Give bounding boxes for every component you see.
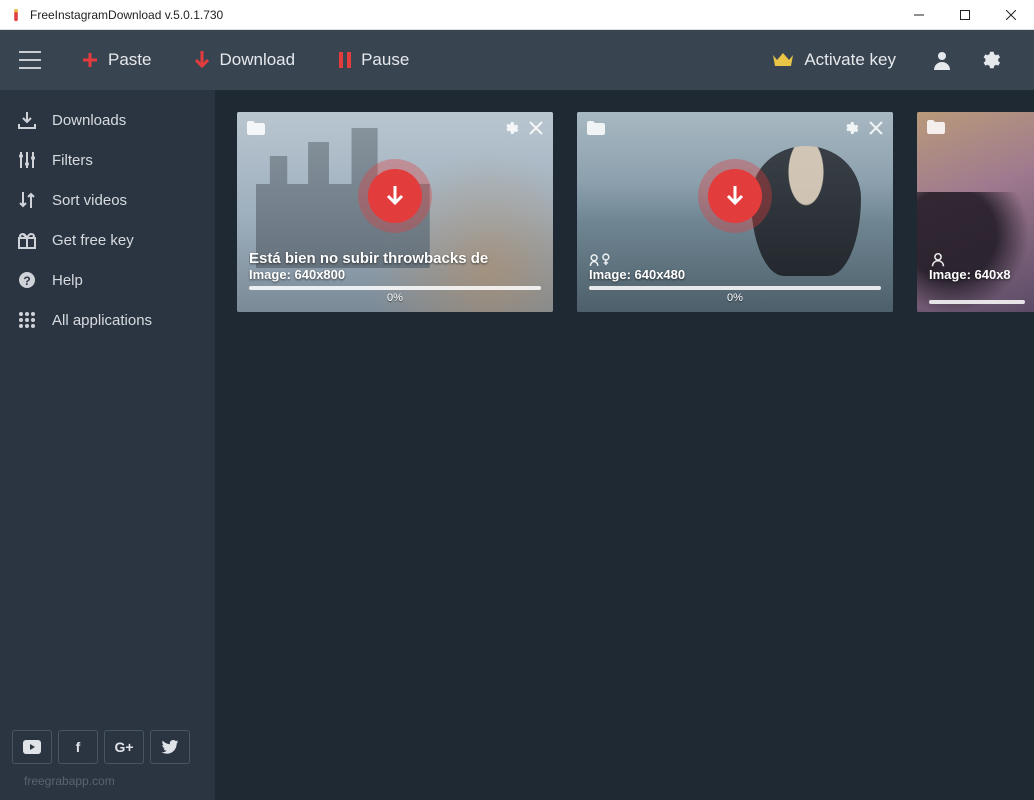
paste-button[interactable]: Paste bbox=[60, 30, 173, 90]
facebook-icon: f bbox=[76, 739, 81, 755]
svg-text:?: ? bbox=[23, 274, 30, 288]
card-dimensions: Image: 640x800 bbox=[249, 267, 541, 282]
app-body: Paste Download Pause Activate key bbox=[0, 30, 1034, 800]
sidebar-item-allapps[interactable]: All applications bbox=[0, 300, 215, 340]
download-label: Download bbox=[219, 50, 295, 70]
window-title: FreeInstagramDownload v.5.0.1.730 bbox=[30, 8, 223, 22]
download-arrow-icon bbox=[195, 51, 209, 69]
sidebar-item-label: Help bbox=[52, 272, 83, 289]
sidebar-item-label: Get free key bbox=[52, 232, 134, 249]
card-gear-icon[interactable] bbox=[503, 120, 519, 136]
facebook-button[interactable]: f bbox=[58, 730, 98, 764]
hamburger-menu-button[interactable] bbox=[0, 30, 60, 90]
pause-label: Pause bbox=[361, 50, 409, 70]
sidebar-item-downloads[interactable]: Downloads bbox=[0, 100, 215, 140]
window-titlebar: FreeInstagramDownload v.5.0.1.730 bbox=[0, 0, 1034, 30]
sidebar-item-label: Filters bbox=[52, 152, 93, 169]
settings-button[interactable] bbox=[966, 30, 1014, 90]
folder-icon[interactable] bbox=[927, 120, 945, 134]
grid-icon bbox=[16, 310, 38, 330]
card-dimensions bbox=[929, 251, 1025, 267]
app-icon bbox=[8, 7, 24, 23]
card-progress: 0% bbox=[249, 286, 541, 304]
download-tray-icon bbox=[16, 110, 38, 130]
download-arrow-icon bbox=[726, 185, 744, 207]
sidebar-item-help[interactable]: ? Help bbox=[0, 260, 215, 300]
youtube-button[interactable] bbox=[12, 730, 52, 764]
plus-icon bbox=[82, 52, 98, 68]
pause-icon bbox=[339, 52, 351, 68]
card-progress: 0% bbox=[589, 286, 881, 304]
window-close-button[interactable] bbox=[988, 0, 1034, 30]
user-gender-icon bbox=[589, 253, 611, 267]
footer-link[interactable]: freegrabapp.com bbox=[0, 770, 215, 800]
person-icon bbox=[932, 50, 952, 70]
paste-label: Paste bbox=[108, 50, 151, 70]
folder-icon[interactable] bbox=[587, 121, 605, 135]
twitter-icon bbox=[161, 740, 179, 754]
crown-icon bbox=[772, 52, 794, 68]
pause-button[interactable]: Pause bbox=[317, 30, 431, 90]
card-progress-pct: 0% bbox=[589, 292, 881, 304]
download-button[interactable]: Download bbox=[173, 30, 317, 90]
download-arrow-icon bbox=[386, 185, 404, 207]
card-dimensions bbox=[589, 251, 881, 267]
googleplus-button[interactable]: G+ bbox=[104, 730, 144, 764]
sidebar: Downloads Filters Sort videos Get free k… bbox=[0, 90, 215, 800]
user-icon bbox=[929, 253, 947, 267]
sidebar-item-getkey[interactable]: Get free key bbox=[0, 220, 215, 260]
card-close-icon[interactable] bbox=[529, 121, 543, 135]
download-card[interactable]: Image: 640x8 bbox=[917, 112, 1034, 312]
activate-key-button[interactable]: Activate key bbox=[750, 30, 918, 90]
window-minimize-button[interactable] bbox=[896, 0, 942, 30]
help-icon: ? bbox=[16, 270, 38, 290]
social-links: f G+ bbox=[0, 730, 215, 770]
sidebar-item-label: Downloads bbox=[52, 112, 126, 129]
sidebar-item-sort[interactable]: Sort videos bbox=[0, 180, 215, 220]
activate-label: Activate key bbox=[804, 50, 896, 70]
toolbar: Paste Download Pause Activate key bbox=[0, 30, 1034, 90]
sidebar-item-label: All applications bbox=[52, 312, 152, 329]
card-close-icon[interactable] bbox=[869, 121, 883, 135]
account-button[interactable] bbox=[918, 30, 966, 90]
youtube-icon bbox=[23, 740, 41, 754]
window-maximize-button[interactable] bbox=[942, 0, 988, 30]
card-gear-icon[interactable] bbox=[843, 120, 859, 136]
googleplus-icon: G+ bbox=[114, 739, 133, 755]
content-area: Está bien no subir throwbacks de Image: … bbox=[215, 90, 1034, 800]
sort-icon bbox=[16, 190, 38, 210]
gift-icon bbox=[16, 230, 38, 250]
card-caption: Está bien no subir throwbacks de bbox=[249, 250, 541, 267]
card-download-button[interactable] bbox=[708, 169, 762, 223]
sidebar-item-filters[interactable]: Filters bbox=[0, 140, 215, 180]
card-dimensions-text: Image: 640x8 bbox=[929, 267, 1025, 282]
sliders-icon bbox=[16, 150, 38, 170]
card-progress bbox=[929, 300, 1025, 304]
twitter-button[interactable] bbox=[150, 730, 190, 764]
gear-icon bbox=[979, 49, 1001, 71]
folder-icon[interactable] bbox=[247, 121, 265, 135]
download-card[interactable]: Está bien no subir throwbacks de Image: … bbox=[237, 112, 553, 312]
card-download-button[interactable] bbox=[368, 169, 422, 223]
download-card[interactable]: Image: 640x480 0% bbox=[577, 112, 893, 312]
sidebar-item-label: Sort videos bbox=[52, 192, 127, 209]
card-progress-pct: 0% bbox=[249, 292, 541, 304]
card-dimensions-text: Image: 640x480 bbox=[589, 267, 881, 282]
card-thumbnail bbox=[917, 112, 1034, 312]
